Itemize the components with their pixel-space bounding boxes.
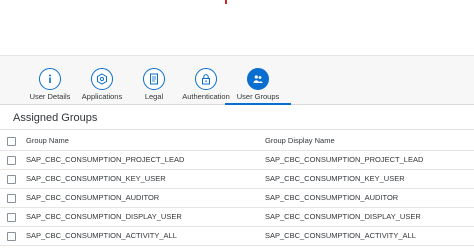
group-display-name-cell: SAP_CBC_CONSUMPTION_DISPLAY_USER <box>265 212 421 221</box>
legal-document-icon <box>143 68 165 90</box>
row-checkbox[interactable] <box>7 175 16 184</box>
group-name-cell: SAP_CBC_CONSUMPTION_AUDITOR <box>26 193 160 202</box>
row-checkbox[interactable] <box>7 156 16 165</box>
lock-icon <box>195 68 217 90</box>
group-name-cell: SAP_CBC_CONSUMPTION_KEY_USER <box>26 174 166 183</box>
tab-bar: User Details Applications Legal Authenti… <box>0 55 474 105</box>
table-header-row: Group Name Group Display Name <box>0 132 474 151</box>
table-row[interactable]: SAP_CBC_CONSUMPTION_KEY_USER SAP_CBC_CON… <box>0 170 474 189</box>
user-groups-icon <box>247 68 269 90</box>
tab-user-groups[interactable]: User Groups <box>223 68 293 106</box>
section-title: Assigned Groups <box>13 112 98 124</box>
selected-tab-indicator <box>225 103 291 105</box>
group-display-name-cell: SAP_CBC_CONSUMPTION_AUDITOR <box>265 193 399 202</box>
group-name-cell: SAP_CBC_CONSUMPTION_PROJECT_LEAD <box>26 155 185 164</box>
group-display-name-cell: SAP_CBC_CONSUMPTION_KEY_USER <box>265 174 405 183</box>
group-name-cell: SAP_CBC_CONSUMPTION_DISPLAY_USER <box>26 212 182 221</box>
column-header-group-name[interactable]: Group Name <box>26 136 69 145</box>
tab-label: User Groups <box>236 92 280 101</box>
group-display-name-cell: SAP_CBC_CONSUMPTION_PROJECT_LEAD <box>265 155 424 164</box>
group-display-name-cell: SAP_CBC_CONSUMPTION_ACTIVITY_ALL <box>265 231 416 240</box>
row-checkbox[interactable] <box>7 213 16 222</box>
top-area <box>0 0 474 55</box>
group-name-cell: SAP_CBC_CONSUMPTION_ACTIVITY_ALL <box>26 231 177 240</box>
table-row[interactable]: SAP_CBC_CONSUMPTION_PROJECT_LEAD SAP_CBC… <box>0 151 474 170</box>
table-row[interactable]: SAP_CBC_CONSUMPTION_ACTIVITY_ALL SAP_CBC… <box>0 227 474 246</box>
row-checkbox[interactable] <box>7 232 16 241</box>
table-row[interactable]: SAP_CBC_CONSUMPTION_AUDITOR SAP_CBC_CONS… <box>0 189 474 208</box>
brand-mark <box>225 0 227 4</box>
table-row[interactable]: SAP_CBC_CONSUMPTION_DISPLAY_USER SAP_CBC… <box>0 208 474 227</box>
section-divider <box>0 129 474 130</box>
row-checkbox[interactable] <box>7 194 16 203</box>
select-all-checkbox[interactable] <box>7 137 16 146</box>
applications-icon <box>91 68 113 90</box>
info-icon <box>39 68 61 90</box>
column-header-group-display-name[interactable]: Group Display Name <box>265 136 335 145</box>
groups-table: Group Name Group Display Name SAP_CBC_CO… <box>0 132 474 246</box>
